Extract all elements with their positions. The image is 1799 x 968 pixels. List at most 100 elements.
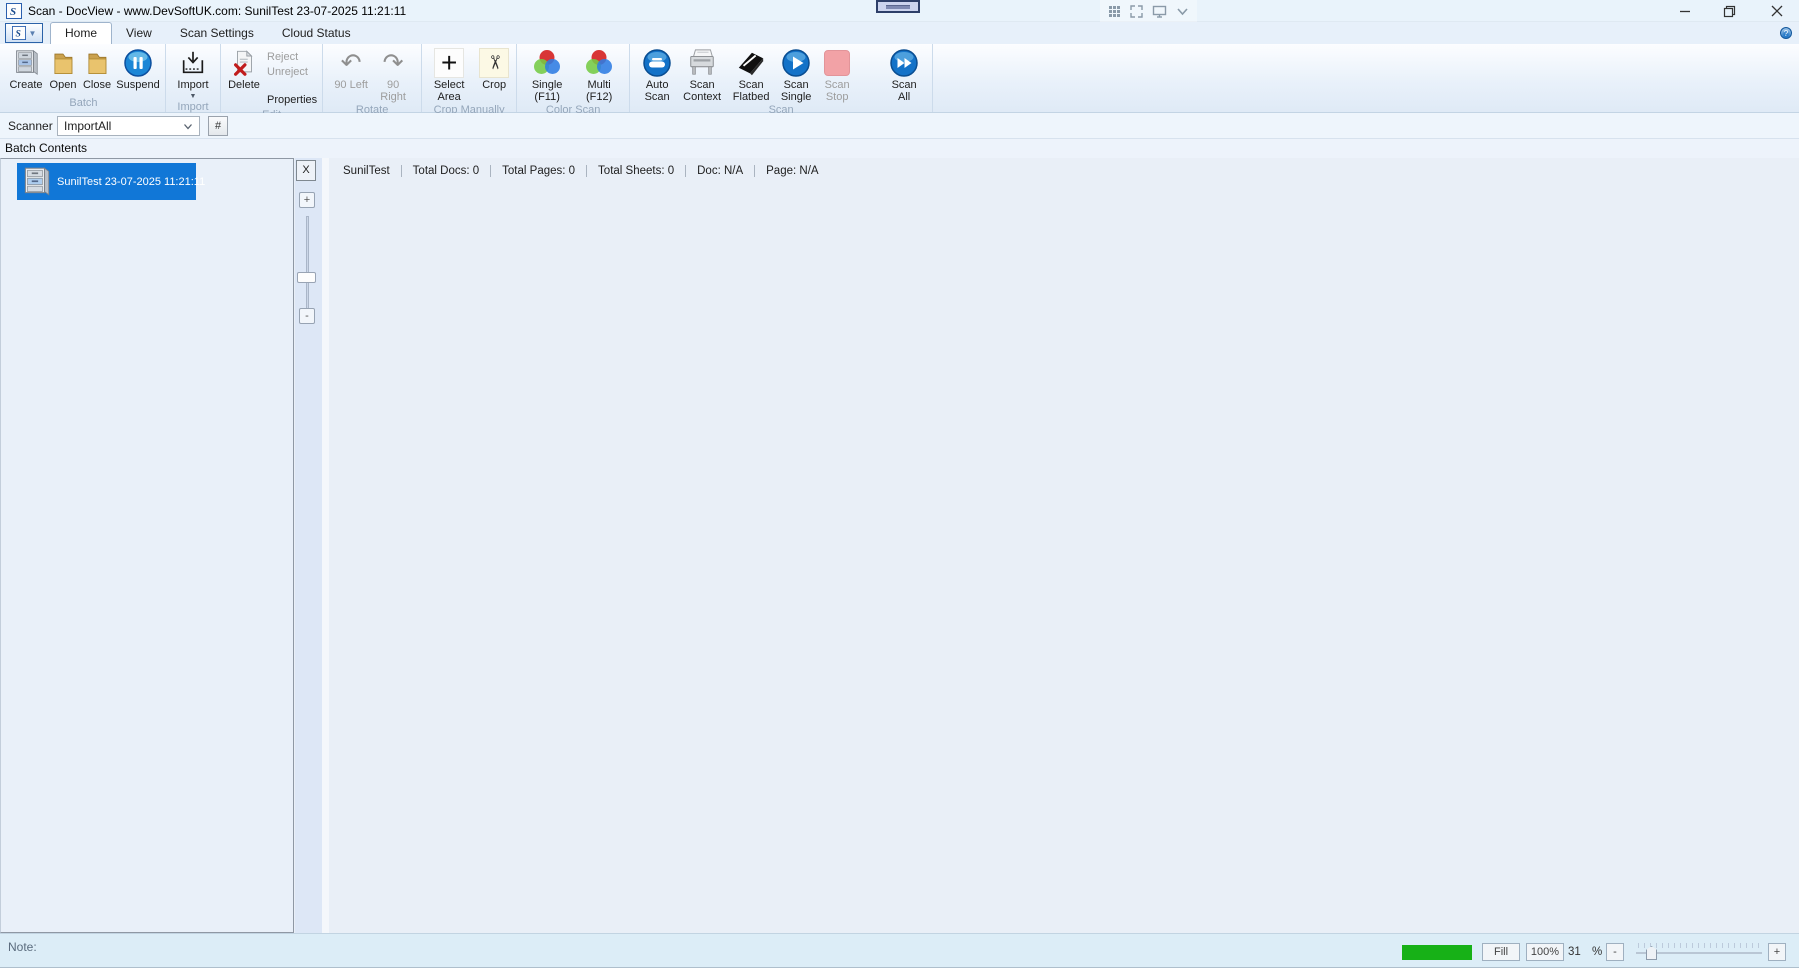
ribbon-button-label: Scan Flatbed — [729, 80, 773, 103]
zoom-slider-track-vertical[interactable] — [306, 216, 309, 312]
batch-contents-panel[interactable]: SunilTest 23-07-2025 11:21:11 — [0, 158, 294, 933]
zoom-in-button[interactable]: + — [1768, 943, 1786, 961]
scanner-row: Scanner : ImportAll # — [0, 113, 1799, 139]
ribbon-button-label: Scan Context — [679, 80, 725, 103]
pause-circle-icon — [123, 47, 153, 78]
fill-button[interactable]: Fill — [1482, 943, 1520, 961]
zoom-out-button-vertical[interactable]: - — [299, 308, 315, 324]
scan-single-button[interactable]: Scan Single — [777, 44, 815, 103]
fast-forward-circle-icon — [889, 47, 919, 78]
batch-tree-item[interactable]: SunilTest 23-07-2025 11:21:11 — [17, 163, 196, 200]
zoom-100-button[interactable]: 100% — [1526, 943, 1564, 961]
open-button[interactable]: Open — [48, 44, 78, 92]
ribbon-button-label: Auto Scan — [639, 80, 675, 103]
doc-info-total-sheets: Total Sheets: 0 — [586, 165, 685, 177]
rotate-90-right-button[interactable]: ↷ 90 Right — [376, 44, 410, 103]
monitor-icon[interactable] — [1152, 5, 1167, 18]
content-region: SunilTest 23-07-2025 11:21:11 X SunilTes… — [0, 158, 1799, 933]
chevron-down-icon[interactable] — [1176, 7, 1189, 16]
close-batch-button[interactable]: Close — [81, 44, 113, 92]
ribbon-button-label: Single (F11) — [526, 80, 568, 103]
scan-all-button[interactable]: Scan All — [885, 44, 923, 103]
help-icon[interactable]: ? — [1780, 27, 1792, 39]
tab-scan-settings[interactable]: Scan Settings — [166, 22, 268, 44]
zoom-slider-thumb-vertical[interactable] — [297, 272, 316, 283]
ribbon-button-label: Select Area — [427, 80, 471, 103]
chevron-down-icon — [183, 123, 193, 130]
ribbon-group-crop-manually: + Select Area ✂ Crop Crop Manually — [422, 44, 517, 112]
crop-button[interactable]: ✂ Crop — [477, 44, 511, 92]
ribbon-group-label: Batch — [7, 96, 160, 112]
ribbon-button-label: Scan Stop — [819, 80, 855, 103]
properties-button[interactable]: Properties — [267, 93, 317, 108]
scanner-count-button[interactable]: # — [208, 116, 228, 136]
scanner-dropdown[interactable]: ImportAll — [57, 116, 200, 136]
title-bar: S Scan - DocView - www.DevSoftUK.com: Su… — [0, 0, 1799, 22]
flatbed-icon — [736, 47, 766, 78]
grid-icon[interactable] — [1108, 5, 1121, 18]
status-bar: Note: Fill 100% 31 % - + — [0, 933, 1799, 968]
fullscreen-icon[interactable] — [1130, 5, 1143, 18]
zoom-out-button[interactable]: - — [1606, 943, 1624, 961]
tab-view[interactable]: View — [112, 22, 166, 44]
rotate-90-left-button[interactable]: ↶ 90 Left — [334, 44, 368, 92]
minimize-button[interactable] — [1668, 0, 1702, 22]
scan-context-button[interactable]: Scan Context — [679, 44, 725, 103]
rotate-right-icon: ↷ — [383, 47, 404, 78]
suspend-button[interactable]: Suspend — [116, 44, 160, 92]
rgb-circles-icon — [532, 47, 562, 78]
edit-link-stack: Reject Unreject Properties — [267, 50, 317, 108]
toolbar-handle[interactable] — [876, 0, 920, 13]
folder-icon — [50, 47, 76, 78]
scan-flatbed-button[interactable]: Scan Flatbed — [729, 44, 773, 103]
ribbon-button-label: Suspend — [116, 80, 159, 92]
folder-icon — [84, 47, 110, 78]
tab-cloud-status[interactable]: Cloud Status — [268, 22, 365, 44]
app-menu-button[interactable]: S ▼ — [5, 23, 43, 43]
color-scan-multi-button[interactable]: Multi (F12) — [578, 44, 620, 103]
panel-gap — [322, 158, 329, 933]
chevron-down-icon: ▼ — [29, 29, 37, 38]
scanner-label: Scanner : — [8, 119, 59, 133]
create-button[interactable]: Create — [7, 44, 45, 92]
reject-button[interactable]: Reject — [267, 50, 317, 65]
note-label: Note: — [8, 940, 37, 954]
progress-bar — [1402, 945, 1472, 960]
scanner-dropdown-value: ImportAll — [64, 119, 111, 133]
auto-scan-button[interactable]: Auto Scan — [639, 44, 675, 103]
ribbon-button-label: 90 Left — [334, 80, 368, 92]
ribbon-tab-row: S ▼ Home View Scan Settings Cloud Status… — [0, 22, 1799, 44]
doc-info-total-docs: Total Docs: 0 — [401, 165, 490, 177]
ribbon-tabs: Home View Scan Settings Cloud Status — [50, 22, 365, 44]
color-scan-single-button[interactable]: Single (F11) — [526, 44, 568, 103]
percent-label: % — [1592, 943, 1602, 961]
scissors-icon: ✂ — [479, 48, 509, 78]
ribbon-group-edit: Delete Reject Unreject Properties Edit — [221, 44, 323, 112]
close-button[interactable] — [1760, 0, 1794, 22]
ribbon-button-label: Create — [9, 80, 42, 92]
doc-info-batch-name: SunilTest — [332, 165, 401, 177]
rotate-left-icon: ↶ — [341, 47, 362, 78]
doc-info-doc: Doc: N/A — [685, 165, 754, 177]
ribbon-group-rotate: ↶ 90 Left ↷ 90 Right Rotate — [323, 44, 422, 112]
batch-item-label: SunilTest 23-07-2025 11:21:11 — [57, 176, 205, 188]
scan-stop-button[interactable]: Scan Stop — [819, 44, 855, 103]
batch-contents-header: Batch Contents — [0, 139, 1799, 158]
delete-button[interactable]: Delete — [226, 44, 262, 92]
tab-home[interactable]: Home — [50, 22, 112, 44]
select-area-button[interactable]: + Select Area — [427, 44, 471, 103]
zoom-in-button-vertical[interactable]: + — [299, 192, 315, 208]
import-dropdown-arrow[interactable]: ▼ — [190, 93, 197, 100]
import-tray-icon — [179, 47, 207, 78]
import-button[interactable]: Import ▼ — [171, 44, 215, 100]
ribbon-group-import: Import ▼ Import — [166, 44, 221, 112]
file-cabinet-icon — [19, 165, 53, 199]
play-circle-icon — [781, 47, 811, 78]
zoom-slider-thumb[interactable] — [1646, 946, 1657, 960]
document-view-area[interactable] — [329, 158, 1799, 933]
unreject-button[interactable]: Unreject — [267, 65, 317, 80]
rgb-circles-icon — [584, 47, 614, 78]
restore-button[interactable] — [1712, 0, 1746, 22]
close-document-button[interactable]: X — [296, 160, 316, 181]
batch-contents-title: Batch Contents — [5, 141, 87, 155]
